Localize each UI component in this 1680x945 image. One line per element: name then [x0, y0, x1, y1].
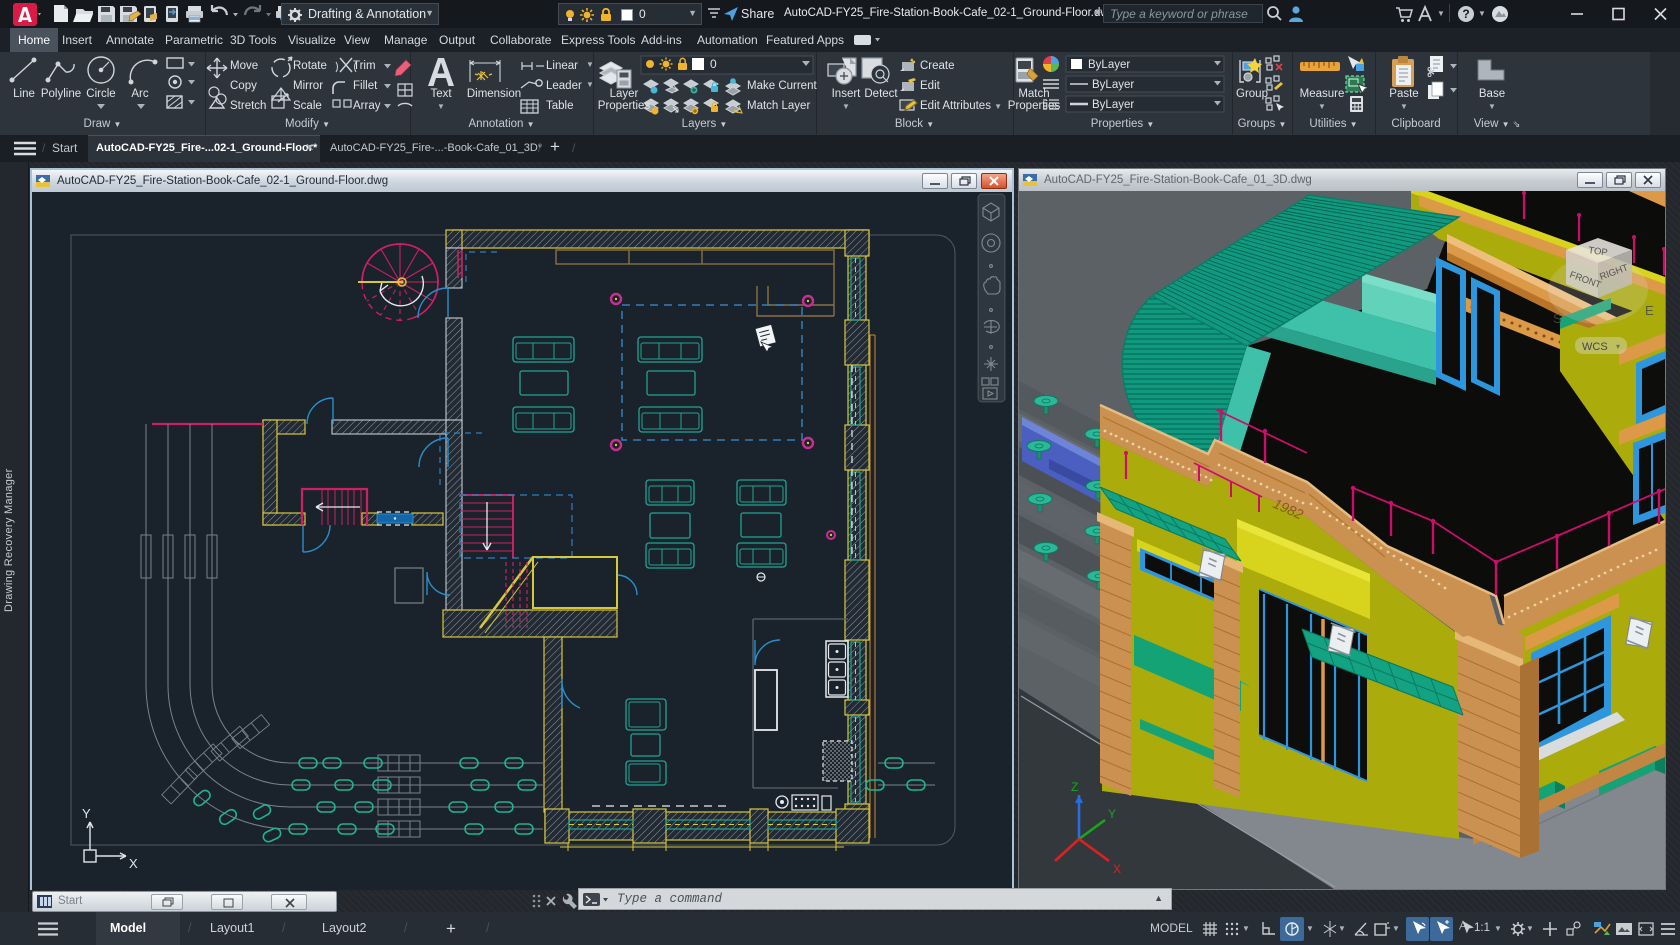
svg-text:E: E — [1645, 303, 1654, 318]
svg-text:ByLayer: ByLayer — [1092, 99, 1134, 111]
svg-text:ByLayer: ByLayer — [1088, 59, 1130, 71]
svg-text:?: ? — [1462, 7, 1469, 21]
svg-text:X: X — [129, 856, 138, 871]
svg-text:Z: Z — [1071, 780, 1078, 794]
svg-text:ByLayer: ByLayer — [1092, 79, 1134, 91]
svg-text:S: S — [1553, 311, 1562, 326]
svg-text:Y: Y — [82, 806, 91, 821]
svg-text:0: 0 — [710, 57, 717, 71]
svg-text:Y: Y — [1108, 807, 1116, 821]
svg-text:▾: ▾ — [1616, 342, 1620, 351]
svg-text:WCS: WCS — [1582, 341, 1608, 353]
svg-text:X: X — [1113, 862, 1121, 876]
